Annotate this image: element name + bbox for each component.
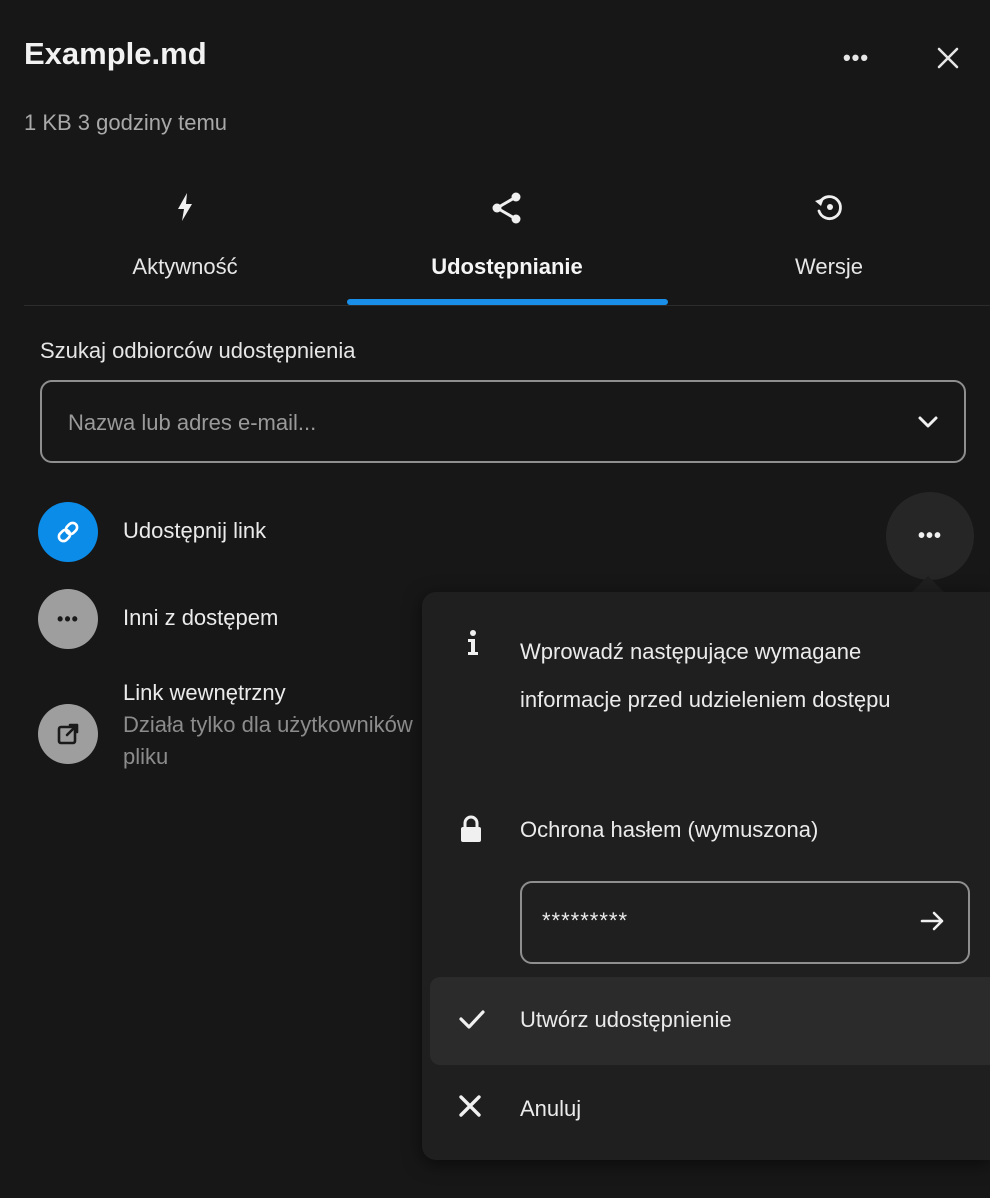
search-label: Szukaj odbiorców udostępnienia: [40, 338, 356, 363]
chevron-down-icon[interactable]: [916, 410, 940, 434]
password-value[interactable]: *********: [542, 908, 628, 934]
internal-link-description: Działa tylko dla użytkowników z dostępem…: [123, 712, 415, 737]
close-icon: [459, 1095, 481, 1117]
share-link-label: Udostępnij link: [123, 518, 267, 543]
lightning-icon: [178, 193, 192, 221]
internal-link-avatar: [38, 704, 98, 764]
lock-icon: [461, 815, 481, 842]
history-icon: [815, 195, 842, 220]
share-link-row[interactable]: Udostępnij link: [38, 502, 598, 562]
file-title: Example.md: [24, 36, 207, 71]
others-avatar: •••: [38, 589, 98, 649]
create-share-button[interactable]: Utwórz udostępnienie: [430, 977, 990, 1065]
cancel-label: Anuluj: [520, 1096, 582, 1121]
tab-sharing[interactable]: Udostępnianie: [346, 180, 668, 305]
close-icon: [937, 47, 959, 69]
close-button[interactable]: [922, 32, 974, 84]
tab-label: Udostępnianie: [431, 254, 583, 279]
link-icon: [57, 521, 79, 543]
tab-versions[interactable]: Wersje: [668, 180, 990, 305]
share-icon: [492, 192, 521, 224]
check-icon: [459, 1010, 485, 1029]
tab-label: Wersje: [794, 254, 864, 279]
tab-activity[interactable]: Aktywność: [24, 180, 346, 305]
more-options-button[interactable]: •••: [830, 32, 882, 84]
cancel-button[interactable]: Anuluj: [430, 1066, 990, 1154]
search-combobox[interactable]: [40, 380, 966, 463]
create-share-label: Utwórz udostępnienie: [520, 1007, 732, 1032]
popover-info-text: Wprowadź następujące wymagane informacje…: [520, 639, 891, 712]
internal-link-label: Link wewnętrzny: [123, 680, 286, 705]
internal-link-description-cont: pliku: [123, 744, 169, 769]
info-icon: [468, 630, 478, 655]
tab-label: Aktywność: [132, 254, 238, 279]
others-label: Inni z dostępem: [123, 605, 279, 630]
sidebar-panel: Example.md 1 KB 3 godziny temu ••• Aktyw…: [0, 0, 990, 1198]
tab-bar: Aktywność Udostępnianie Wersje: [24, 180, 990, 306]
active-tab-indicator: [347, 299, 668, 305]
dots-icon: •••: [57, 608, 79, 629]
file-meta: 1 KB 3 godziny temu: [24, 110, 228, 135]
share-link-avatar: [38, 502, 98, 562]
more-horizontal-icon: •••: [917, 524, 942, 547]
password-field[interactable]: *********: [520, 881, 970, 964]
arrow-right-icon[interactable]: [918, 907, 946, 935]
search-input[interactable]: [66, 382, 910, 463]
share-link-more-button[interactable]: •••: [886, 492, 974, 580]
more-horizontal-icon: •••: [842, 45, 870, 70]
external-link-icon: [57, 723, 79, 745]
password-protection-label: Ochrona hasłem (wymuszona): [520, 817, 819, 842]
